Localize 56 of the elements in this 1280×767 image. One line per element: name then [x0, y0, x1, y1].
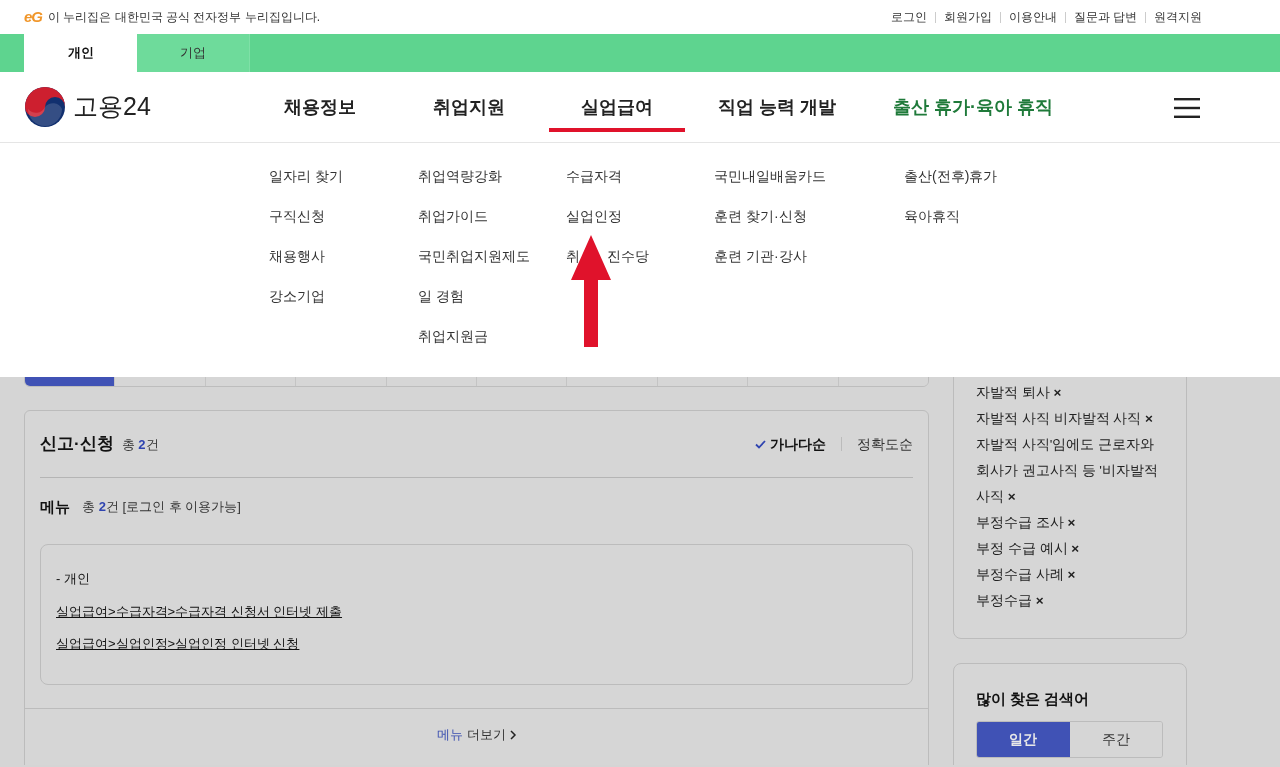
- menu-item[interactable]: 채용행사: [269, 247, 325, 266]
- menu-item-fragment[interactable]: 취: [566, 247, 580, 266]
- keyword-tag[interactable]: 부정 수급 예시 ×: [976, 536, 1166, 562]
- keyword-tag[interactable]: 자발적 사직'임에도 근로자와 회사가 권고사직 등 '비자발적 사직 ×: [976, 432, 1166, 510]
- egov-logo: eG: [24, 6, 42, 27]
- nav-tab[interactable]: 취업지원: [395, 72, 543, 142]
- utility-link[interactable]: 이용안내: [1008, 8, 1057, 26]
- audience-tab[interactable]: 기업: [137, 34, 250, 72]
- group-label: - 개인: [56, 570, 90, 588]
- menu-path-link[interactable]: 실업급여>수급자격>수급자격 신청서 인터넷 제출: [56, 601, 343, 621]
- utility-link[interactable]: 원격지원: [1154, 8, 1202, 26]
- menu-item[interactable]: 취업지원금: [418, 327, 488, 346]
- menu-item-fragment[interactable]: 진수당: [607, 247, 649, 266]
- nav-tab[interactable]: 직업 능력 개발: [691, 72, 863, 142]
- card-title: 신고·신청: [40, 433, 114, 456]
- section-title: 메뉴: [40, 496, 70, 517]
- nav-tab[interactable]: 채용정보: [245, 72, 395, 142]
- section-count: 총 2건 [로그인 후 이용가능]: [82, 498, 241, 517]
- menu-item[interactable]: 훈련 찾기·신청: [714, 207, 807, 226]
- emblem-icon: [25, 87, 65, 127]
- keyword-tag[interactable]: 부정수급 ×: [976, 588, 1166, 614]
- chevron-right-icon: [509, 729, 517, 740]
- menu-item[interactable]: 일자리 찾기: [269, 167, 343, 186]
- menu-path-link[interactable]: 실업급여>실업인정>실업인정 인터넷 신청: [56, 634, 300, 654]
- menu-item[interactable]: 일 경험: [418, 287, 464, 306]
- utility-link[interactable]: 질문과 답변: [1073, 8, 1137, 26]
- menu-item[interactable]: 육아휴직: [904, 207, 960, 226]
- keyword-tag[interactable]: 부정수급 사례 ×: [976, 562, 1166, 588]
- sort-option[interactable]: 정확도순: [857, 433, 913, 455]
- menu-item[interactable]: 국민취업지원제도: [418, 247, 530, 266]
- more-link[interactable]: 메뉴 더보기: [436, 724, 517, 745]
- sort-option[interactable]: 가나다순: [755, 433, 826, 455]
- keyword-tag[interactable]: 자발적 사직 비자발적 사직 ×: [976, 406, 1166, 432]
- utility-link[interactable]: 로그인: [890, 8, 927, 26]
- check-icon: [755, 439, 766, 449]
- brand-name: 고용24: [73, 91, 151, 123]
- menu-item[interactable]: 강소기업: [269, 287, 325, 306]
- utility-link[interactable]: 회원가입: [943, 8, 992, 26]
- menu-item[interactable]: 취업역량강화: [418, 167, 502, 186]
- nav-tab[interactable]: 실업급여: [543, 72, 691, 142]
- menu-item[interactable]: 국민내일배움카드: [714, 167, 826, 186]
- keyword-tag[interactable]: 부정수급 조사 ×: [976, 510, 1166, 536]
- menu-item[interactable]: 출산(전후)휴가: [904, 167, 998, 186]
- result-count: 총 2건: [121, 436, 159, 455]
- period-tab[interactable]: 일간: [977, 721, 1070, 757]
- menu-item[interactable]: 구직신청: [269, 207, 325, 226]
- menu-item[interactable]: 취업가이드: [418, 207, 488, 226]
- banner-text: 이 누리집은 대한민국 공식 전자정부 누리집입니다.: [48, 9, 321, 26]
- audience-tab[interactable]: 개인: [24, 34, 137, 72]
- menu-item[interactable]: 수급자격: [566, 167, 622, 186]
- popular-title: 많이 찾은 검색어: [976, 689, 1091, 709]
- menu-icon[interactable]: [1174, 98, 1200, 118]
- nav-tab[interactable]: 출산 휴가·육아 휴직: [863, 72, 1083, 142]
- menu-item[interactable]: 훈련 기관·강사: [714, 247, 807, 266]
- menu-item[interactable]: 실업인정: [566, 207, 622, 226]
- keyword-tag[interactable]: 자발적 퇴사 ×: [976, 380, 1166, 406]
